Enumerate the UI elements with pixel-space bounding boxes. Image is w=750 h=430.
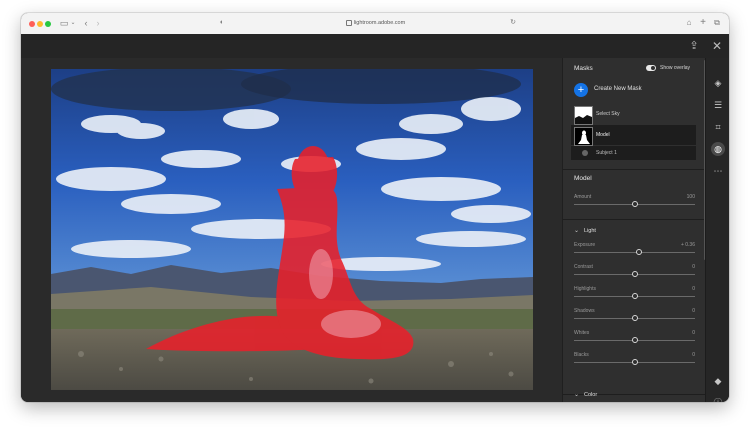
- slider-value: + 0.36: [680, 242, 695, 248]
- share-icon[interactable]: ⇪: [687, 39, 701, 53]
- color-section-header[interactable]: ⌄ Color: [574, 391, 597, 398]
- mask-item-model[interactable]: Model: [571, 125, 696, 146]
- slider-label: Shadows: [574, 308, 595, 314]
- slider-label: Exposure: [574, 242, 596, 248]
- home-icon[interactable]: ⌂: [683, 17, 695, 29]
- create-new-mask-label: Create New Mask: [594, 86, 642, 92]
- slider-exposure[interactable]: Exposure + 0.36: [574, 242, 695, 256]
- slider-blacks[interactable]: Blacks 0: [574, 352, 695, 366]
- slider-contrast[interactable]: Contrast 0: [574, 264, 695, 278]
- more-icon[interactable]: ⋯: [711, 164, 725, 178]
- lightroom-topbar: ⇪ ✕: [21, 34, 729, 58]
- chevron-down-icon[interactable]: ⌄: [69, 17, 77, 29]
- slider-track: [574, 252, 695, 253]
- mask-item-select-sky[interactable]: Select Sky: [571, 104, 696, 125]
- slider-label: Blacks: [574, 352, 589, 358]
- zoom-window-button[interactable]: [45, 21, 51, 27]
- slider-knob[interactable]: [631, 201, 638, 207]
- slider-value: 0: [692, 286, 695, 292]
- slider-value: 0: [692, 264, 695, 270]
- masks-header: Masks Show overlay: [563, 58, 706, 80]
- chevron-left-icon[interactable]: ‹: [81, 17, 91, 29]
- privacy-shield-icon[interactable]: ◐: [217, 17, 227, 29]
- slider-value: 0: [692, 330, 695, 336]
- tab-overview-icon[interactable]: ⧉: [711, 17, 723, 29]
- address-bar[interactable]: lightroom.adobe.com: [234, 17, 517, 30]
- amount-slider[interactable]: Amount 100: [574, 194, 695, 208]
- chevron-down-icon: ⌄: [574, 392, 580, 398]
- slider-label: Highlights: [574, 286, 596, 292]
- light-heading: Light: [584, 228, 596, 234]
- close-icon[interactable]: ✕: [710, 39, 724, 53]
- adjust-section-title: Model: [574, 175, 592, 182]
- color-heading: Color: [584, 392, 598, 398]
- slider-highlights[interactable]: Highlights 0: [574, 286, 695, 300]
- sliders-icon[interactable]: ☰: [711, 98, 725, 112]
- show-overlay-label: Show overlay: [660, 65, 691, 71]
- slider-label: Amount: [574, 194, 592, 200]
- photo-image: [51, 69, 533, 390]
- slider-knob[interactable]: [631, 315, 638, 321]
- slider-label: Contrast: [574, 264, 593, 270]
- model-mask-thumbnail: [574, 127, 593, 146]
- plus-icon: +: [574, 83, 588, 97]
- tool-strip: ◈ ☰ ⌗ ◍ ⋯ ◆ ⓘ: [705, 58, 729, 402]
- mask-label: Model: [596, 132, 610, 138]
- slider-shadows[interactable]: Shadows 0: [574, 308, 695, 322]
- slider-knob[interactable]: [631, 337, 638, 343]
- slider-knob[interactable]: [631, 359, 638, 365]
- info-icon[interactable]: ⓘ: [711, 396, 725, 402]
- slider-knob[interactable]: [636, 249, 643, 255]
- chevron-right-icon[interactable]: ›: [93, 17, 103, 29]
- close-window-button[interactable]: [29, 21, 35, 27]
- minimize-window-button[interactable]: [37, 21, 43, 27]
- chevron-down-icon: ⌄: [574, 228, 580, 234]
- masks-title: Masks: [574, 65, 593, 72]
- browser-window: ▭ ⌄ ‹ › ◐ lightroom.adobe.com ↻ ⌂ + ⧉ ⇪ …: [21, 13, 729, 402]
- edit-presets-icon[interactable]: ◈: [711, 76, 725, 90]
- url-text: lightroom.adobe.com: [353, 20, 406, 26]
- divider: [563, 169, 706, 170]
- create-new-mask-button[interactable]: + Create New Mask: [574, 83, 699, 97]
- sky-mask-thumbnail: [574, 106, 593, 125]
- masking-icon[interactable]: ◍: [711, 142, 725, 156]
- plus-icon[interactable]: +: [697, 17, 709, 29]
- divider: [563, 219, 706, 220]
- mask-label: Select Sky: [596, 111, 620, 117]
- browser-toolbar: ▭ ⌄ ‹ › ◐ lightroom.adobe.com ↻ ⌂ + ⧉: [21, 13, 729, 35]
- person-icon: [582, 150, 588, 156]
- slider-knob[interactable]: [631, 293, 638, 299]
- slider-whites[interactable]: Whites 0: [574, 330, 695, 344]
- show-overlay-toggle[interactable]: [646, 65, 656, 71]
- slider-knob[interactable]: [631, 271, 638, 277]
- component-label: Subject 1: [596, 150, 617, 156]
- masks-panel: Masks Show overlay + Create New Mask Sel…: [562, 58, 706, 402]
- slider-value: 0: [692, 308, 695, 314]
- edited-photo[interactable]: [51, 69, 533, 390]
- light-section-header[interactable]: ⌄ Light: [574, 227, 596, 234]
- slider-label: Whites: [574, 330, 590, 336]
- photo-canvas: [21, 58, 562, 402]
- lock-icon: [345, 19, 352, 26]
- tag-icon[interactable]: ◆: [711, 374, 725, 388]
- slider-value: 0: [692, 352, 695, 358]
- slider-value: 100: [686, 194, 695, 200]
- crop-rotate-icon[interactable]: ⌗: [711, 120, 725, 134]
- reload-icon[interactable]: ↻: [508, 17, 518, 29]
- mask-component-subject[interactable]: Subject 1: [571, 146, 696, 160]
